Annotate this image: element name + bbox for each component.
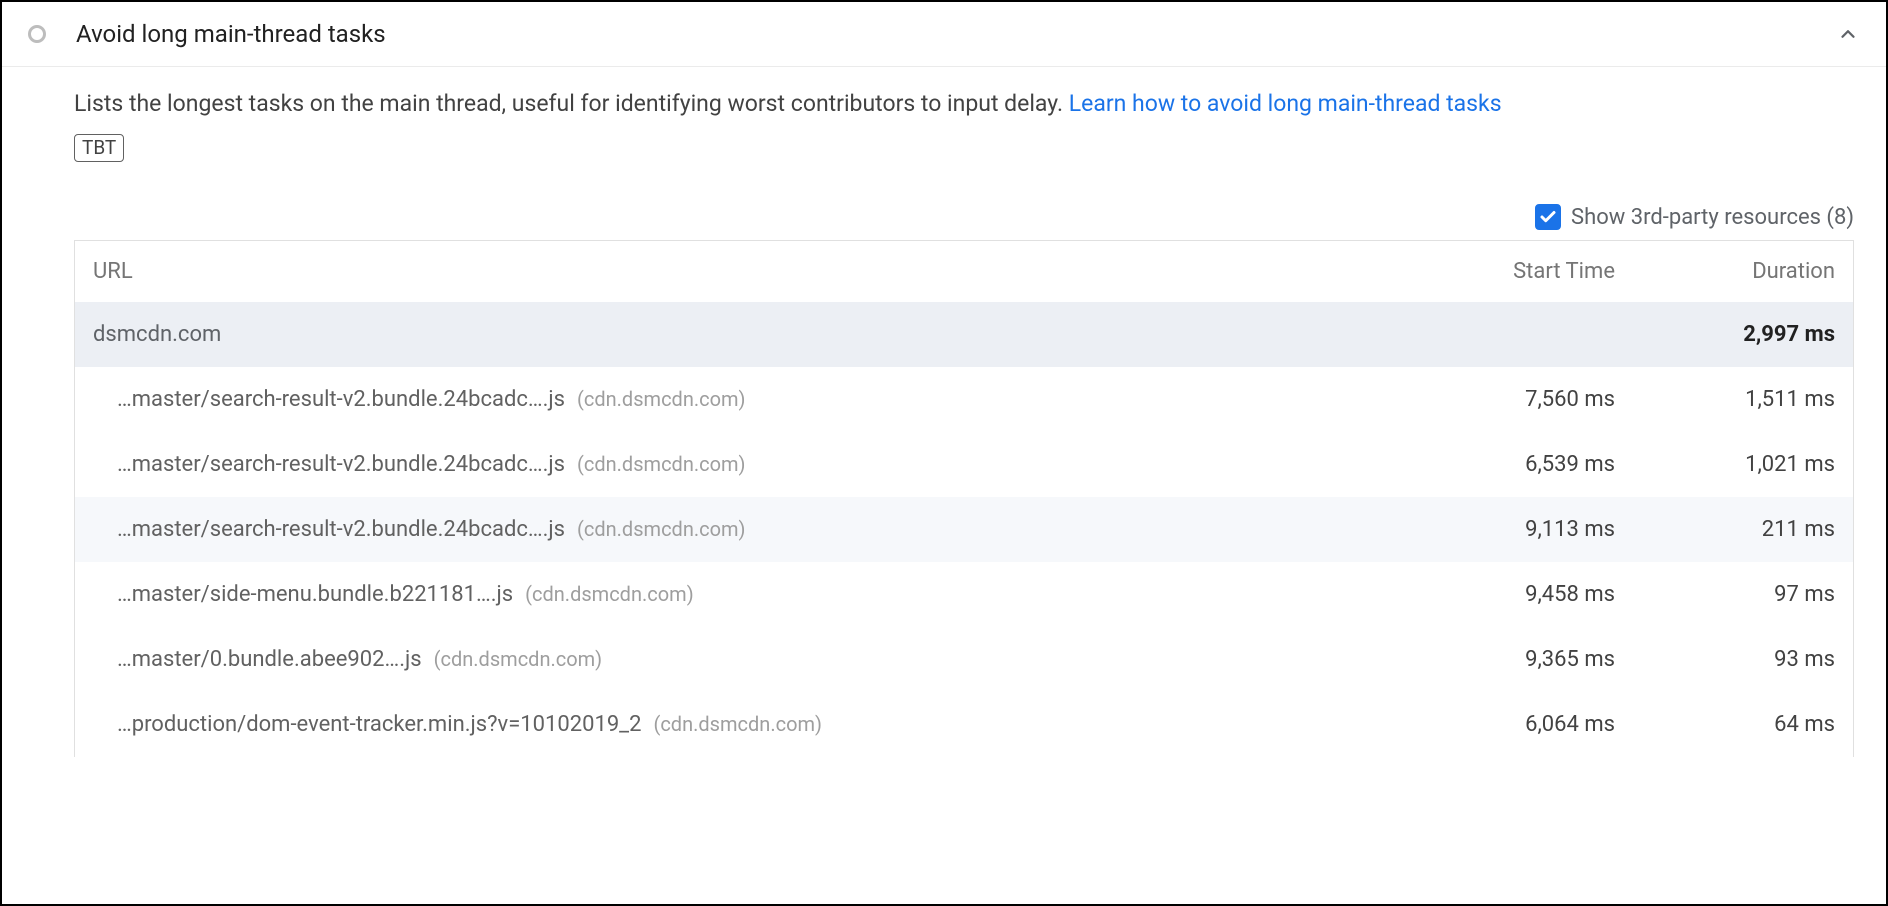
url-host: (cdn.dsmcdn.com) bbox=[434, 647, 603, 671]
row-url: …master/search-result-v2.bundle.24bcadc…… bbox=[93, 387, 1415, 412]
table-header-row: URL Start Time Duration bbox=[75, 241, 1853, 302]
col-header-duration: Duration bbox=[1615, 259, 1835, 284]
table-row[interactable]: …master/search-result-v2.bundle.24bcadc…… bbox=[75, 367, 1853, 432]
group-duration: 2,997 ms bbox=[1615, 322, 1835, 347]
third-party-label: Show 3rd-party resources (8) bbox=[1571, 205, 1854, 230]
row-duration: 1,511 ms bbox=[1615, 387, 1835, 412]
row-url: …master/search-result-v2.bundle.24bcadc…… bbox=[93, 517, 1415, 542]
url-path: …master/side-menu.bundle.b221181….js bbox=[117, 582, 513, 607]
group-row[interactable]: dsmcdn.com 2,997 ms bbox=[75, 302, 1853, 367]
row-start-time: 9,113 ms bbox=[1415, 517, 1615, 542]
url-host: (cdn.dsmcdn.com) bbox=[577, 452, 746, 476]
row-url: …master/0.bundle.abee902….js (cdn.dsmcdn.… bbox=[93, 647, 1415, 672]
row-url: …master/search-result-v2.bundle.24bcadc…… bbox=[93, 452, 1415, 477]
row-start-time: 6,539 ms bbox=[1415, 452, 1615, 477]
url-path: …master/search-result-v2.bundle.24bcadc…… bbox=[117, 517, 565, 542]
checkbox-checked-icon bbox=[1535, 204, 1561, 230]
chevron-up-icon[interactable] bbox=[1836, 22, 1860, 46]
table-row[interactable]: …master/side-menu.bundle.b221181….js (cdn… bbox=[75, 562, 1853, 627]
audit-panel: Avoid long main-thread tasks Lists the l… bbox=[0, 0, 1888, 906]
table-row[interactable]: …master/search-result-v2.bundle.24bcadc…… bbox=[75, 497, 1853, 562]
url-path: …master/0.bundle.abee902….js bbox=[117, 647, 422, 672]
table-row[interactable]: …master/0.bundle.abee902….js (cdn.dsmcdn.… bbox=[75, 627, 1853, 692]
row-start-time: 6,064 ms bbox=[1415, 712, 1615, 737]
row-url: …production/dom-event-tracker.min.js?v=1… bbox=[93, 712, 1415, 737]
table-row[interactable]: …production/dom-event-tracker.min.js?v=1… bbox=[75, 692, 1853, 757]
table-row[interactable]: …master/search-result-v2.bundle.24bcadc…… bbox=[75, 432, 1853, 497]
url-path: …master/search-result-v2.bundle.24bcadc…… bbox=[117, 387, 565, 412]
status-circle-icon bbox=[28, 25, 46, 43]
url-host: (cdn.dsmcdn.com) bbox=[653, 712, 822, 736]
url-host: (cdn.dsmcdn.com) bbox=[577, 387, 746, 411]
row-duration: 1,021 ms bbox=[1615, 452, 1835, 477]
row-start-time: 9,365 ms bbox=[1415, 647, 1615, 672]
row-url: …master/side-menu.bundle.b221181….js (cdn… bbox=[93, 582, 1415, 607]
row-start-time: 7,560 ms bbox=[1415, 387, 1615, 412]
third-party-toggle[interactable]: Show 3rd-party resources (8) bbox=[1535, 204, 1854, 230]
metric-badge: TBT bbox=[74, 134, 124, 163]
row-duration: 64 ms bbox=[1615, 712, 1835, 737]
audit-description: Lists the longest tasks on the main thre… bbox=[74, 87, 1854, 122]
group-host: dsmcdn.com bbox=[93, 322, 1415, 347]
row-duration: 97 ms bbox=[1615, 582, 1835, 607]
audit-header[interactable]: Avoid long main-thread tasks bbox=[2, 2, 1886, 67]
audit-body: Lists the longest tasks on the main thre… bbox=[2, 67, 1886, 757]
learn-more-link[interactable]: Learn how to avoid long main-thread task… bbox=[1069, 90, 1502, 117]
url-path: …production/dom-event-tracker.min.js?v=1… bbox=[117, 712, 641, 737]
row-duration: 211 ms bbox=[1615, 517, 1835, 542]
tasks-table: URL Start Time Duration dsmcdn.com 2,997… bbox=[74, 240, 1854, 757]
url-path: …master/search-result-v2.bundle.24bcadc…… bbox=[117, 452, 565, 477]
row-duration: 93 ms bbox=[1615, 647, 1835, 672]
col-header-start: Start Time bbox=[1415, 259, 1615, 284]
row-start-time: 9,458 ms bbox=[1415, 582, 1615, 607]
audit-description-text: Lists the longest tasks on the main thre… bbox=[74, 90, 1069, 117]
controls-row: Show 3rd-party resources (8) bbox=[74, 204, 1854, 230]
url-host: (cdn.dsmcdn.com) bbox=[525, 582, 694, 606]
url-host: (cdn.dsmcdn.com) bbox=[577, 517, 746, 541]
col-header-url: URL bbox=[93, 259, 1415, 284]
audit-title: Avoid long main-thread tasks bbox=[76, 20, 1836, 48]
